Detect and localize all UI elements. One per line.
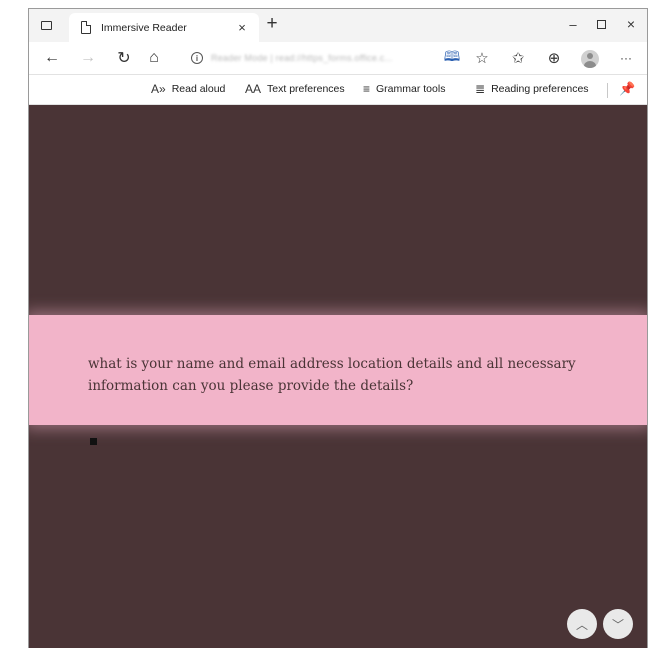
- text-preferences-button[interactable]: AA Text preferences: [245, 82, 345, 96]
- scroll-down-button[interactable]: ﹀: [603, 609, 633, 639]
- immersive-reader-icon[interactable]: 🕮: [441, 48, 463, 68]
- grammar-tools-label: Grammar tools: [376, 83, 446, 95]
- chevron-down-icon: ﹀: [611, 617, 624, 632]
- reading-preferences-label: Reading preferences: [491, 83, 589, 95]
- immersive-reader-toolbar: A» Read aloud AA Text preferences ≡ Gram…: [29, 74, 647, 105]
- toolbar-divider: [607, 83, 608, 98]
- scroll-up-button[interactable]: ︿: [567, 609, 597, 639]
- read-aloud-button[interactable]: A» Read aloud: [151, 82, 225, 96]
- bullet-marker: [90, 438, 97, 445]
- forward-icon[interactable]: →: [77, 48, 99, 68]
- navigation-bar: ← → ↻ ⌂ i Reader Mode | read://https_for…: [29, 42, 647, 74]
- read-aloud-label: Read aloud: [171, 83, 226, 95]
- add-favorite-icon[interactable]: ☆: [471, 48, 493, 68]
- chevron-up-icon: ︿: [575, 617, 588, 632]
- more-icon[interactable]: ···: [615, 48, 637, 68]
- reading-preferences-icon: ≣: [475, 82, 486, 96]
- back-icon[interactable]: ←: [41, 48, 63, 68]
- tab-actions-button[interactable]: [37, 16, 55, 34]
- grammar-tools-button[interactable]: ≡ Grammar tools: [363, 82, 445, 96]
- pin-icon[interactable]: 📌: [619, 81, 635, 97]
- minimize-button[interactable]: –: [563, 15, 583, 33]
- read-aloud-icon: A»: [151, 82, 166, 96]
- new-tab-button[interactable]: +: [263, 14, 281, 33]
- profile-avatar[interactable]: [581, 50, 599, 68]
- favorites-icon[interactable]: ✩: [507, 48, 529, 68]
- maximize-icon: [596, 19, 606, 29]
- text-preferences-icon: AA: [245, 82, 262, 96]
- highlighted-text: what is your name and email address loca…: [88, 356, 576, 394]
- text-preferences-label: Text preferences: [267, 83, 345, 95]
- home-icon[interactable]: ⌂: [143, 48, 165, 68]
- browser-window: Immersive Reader × + – × ← → ↻ ⌂ i Reade…: [28, 8, 648, 648]
- info-icon[interactable]: i: [191, 52, 203, 64]
- line-focus-highlight: what is your name and email address loca…: [29, 315, 647, 425]
- address-text: Reader Mode | read://https_forms.office.…: [211, 53, 393, 63]
- close-window-button[interactable]: ×: [621, 15, 641, 33]
- tab-immersive-reader[interactable]: Immersive Reader ×: [69, 13, 259, 42]
- tab-actions-icon: [40, 20, 52, 30]
- collections-icon[interactable]: ⊕: [543, 48, 565, 68]
- tab-title: Immersive Reader: [101, 21, 187, 34]
- page-icon: [81, 20, 92, 34]
- tab-bar: Immersive Reader × + – ×: [29, 9, 647, 42]
- close-tab-icon[interactable]: ×: [233, 19, 251, 37]
- reader-content: what is your name and email address loca…: [29, 105, 647, 648]
- refresh-icon[interactable]: ↻: [113, 48, 135, 68]
- address-bar[interactable]: i Reader Mode | read://https_forms.offic…: [185, 46, 461, 70]
- grammar-tools-icon: ≡: [363, 82, 371, 96]
- maximize-button[interactable]: [591, 15, 611, 33]
- reading-preferences-button[interactable]: ≣ Reading preferences: [475, 82, 589, 96]
